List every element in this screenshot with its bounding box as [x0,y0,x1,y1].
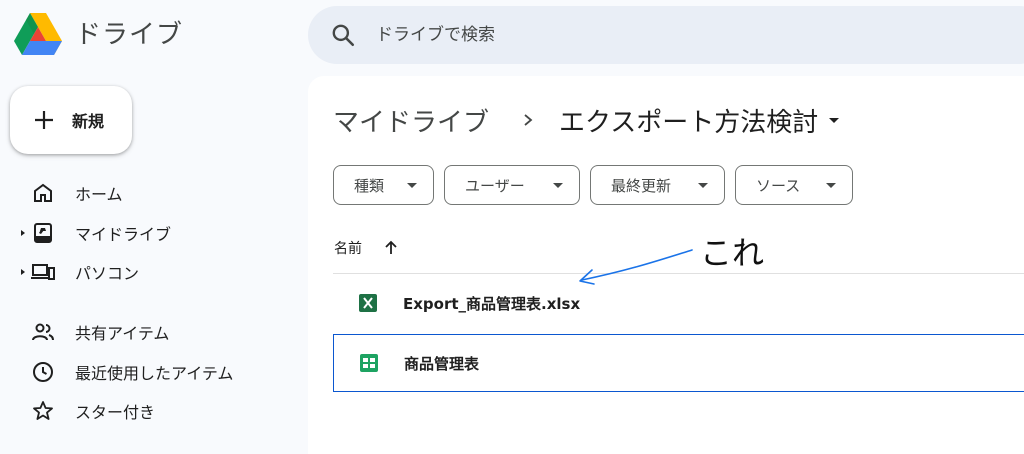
sheets-icon [360,354,378,372]
dropdown-arrow-icon[interactable] [828,114,840,126]
sidebar-item-computers[interactable]: パソコン [0,255,300,289]
filter-source-chip[interactable]: ソース [735,165,853,205]
sidebar-item-label: マイドライブ [75,225,172,244]
breadcrumb-parent[interactable]: マイドライブ [333,102,489,139]
new-button[interactable]: 新規 [10,86,132,154]
sidebar-item-my-drive[interactable]: マイドライブ [0,216,300,250]
dropdown-arrow-icon [553,183,563,188]
file-name: Export_商品管理表.xlsx [403,294,581,313]
column-header-name[interactable]: 名前 [334,236,400,260]
sidebar-item-home[interactable]: ホーム [0,176,300,210]
chip-label: ユーザー [465,176,525,195]
breadcrumb: マイドライブ エクスポート方法検討 [333,100,840,140]
column-name-label: 名前 [334,241,362,257]
chevron-right-icon [524,114,533,126]
computer-icon [31,264,55,280]
caret-right-icon[interactable] [19,229,27,237]
chip-label: ソース [756,176,801,195]
new-button-label: 新規 [72,112,105,131]
sidebar-item-label: 共有アイテム [75,324,170,343]
dropdown-arrow-icon [826,183,836,188]
people-icon [32,323,54,341]
caret-right-icon[interactable] [19,268,27,276]
dropdown-arrow-icon [407,183,417,188]
chip-label: 最終更新 [611,176,672,195]
home-icon [34,183,52,202]
breadcrumb-current[interactable]: エクスポート方法検討 [559,102,818,139]
app-title: ドライブ [75,20,184,50]
excel-icon [359,294,377,312]
sort-arrow-up-icon[interactable] [382,239,400,257]
sidebar-item-label: パソコン [75,264,140,283]
search-input[interactable] [376,25,876,45]
annotation-arrow [579,249,693,285]
sidebar-item-label: ホーム [75,185,123,204]
file-name: 商品管理表 [404,354,480,373]
search-bar[interactable] [308,6,1024,64]
annotation-text: これ [700,234,765,272]
star-icon [33,401,53,420]
filter-user-chip[interactable]: ユーザー [444,165,580,205]
sidebar-item-shared[interactable]: 共有アイテム [0,315,300,349]
filter-type-chip[interactable]: 種類 [333,165,434,205]
plus-icon [35,111,53,129]
sidebar-item-recent[interactable]: 最近使用したアイテム [0,355,300,389]
sidebar-item-label: スター付き [75,403,156,422]
filter-modified-chip[interactable]: 最終更新 [590,165,725,205]
chip-label: 種類 [354,176,385,195]
my-drive-icon [34,223,52,243]
dropdown-arrow-icon [698,183,708,188]
sidebar-item-label: 最近使用したアイテム [75,364,234,383]
clock-icon [33,362,53,382]
drive-logo-icon[interactable] [14,13,62,55]
sidebar-item-starred[interactable]: スター付き [0,394,300,428]
search-icon[interactable] [330,22,356,48]
file-row-selected[interactable]: 商品管理表 [333,334,1024,392]
